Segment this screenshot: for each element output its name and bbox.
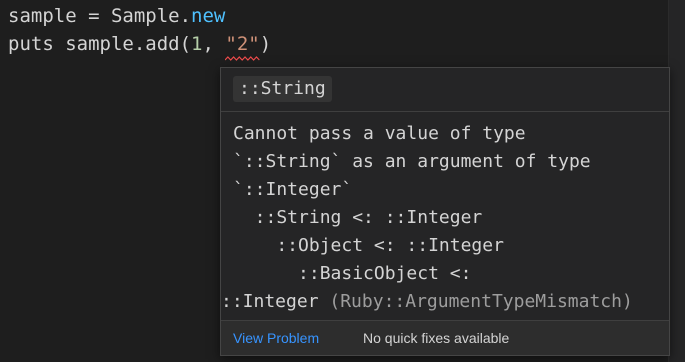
new-keyword: new	[191, 5, 226, 27]
argument-separator: ,	[202, 33, 226, 55]
code-line-2[interactable]: puts sample.add(1, "2")	[8, 32, 272, 61]
string-literal-text: "2"	[225, 33, 260, 55]
message-line: Cannot pass a value of type	[233, 123, 526, 144]
code-text: sample = Sample.	[8, 5, 192, 27]
vertical-scrollbar[interactable]	[668, 0, 685, 362]
error-squiggle-icon	[225, 56, 260, 61]
message-line: ::BasicObject <:	[233, 263, 472, 284]
message-line: `::Integer`	[233, 179, 353, 200]
message-line: ::String <: ::Integer	[233, 207, 483, 228]
message-line: `::String` as an argument of type	[233, 151, 591, 172]
diagnostic-code: (Ruby::ArgumentTypeMismatch)	[318, 291, 633, 312]
integer-literal: 1	[191, 33, 203, 55]
type-signature: ::String	[233, 76, 332, 102]
message-line-last: ::Integer (Ruby::ArgumentTypeMismatch)	[221, 288, 663, 316]
view-problem-link[interactable]: View Problem	[233, 321, 319, 355]
closing-paren: )	[259, 33, 272, 55]
hover-signature-row: ::String	[221, 68, 669, 112]
no-quick-fixes-label: No quick fixes available	[363, 330, 510, 346]
code-editor[interactable]: sample = Sample.new puts sample.add(1, "…	[0, 0, 685, 362]
diagnostic-message: Cannot pass a value of type `::String` a…	[221, 120, 663, 316]
error-string-literal[interactable]: "2"	[225, 32, 260, 61]
message-line: ::Object <: ::Integer	[233, 235, 504, 256]
message-type: ::Integer	[221, 291, 319, 312]
hover-status-bar: View Problem No quick fixes available	[221, 320, 669, 355]
code-text: puts sample.add(	[8, 33, 192, 55]
code-line-1[interactable]: sample = Sample.new	[8, 4, 225, 28]
hover-widget: ::String Cannot pass a value of type `::…	[220, 67, 670, 356]
